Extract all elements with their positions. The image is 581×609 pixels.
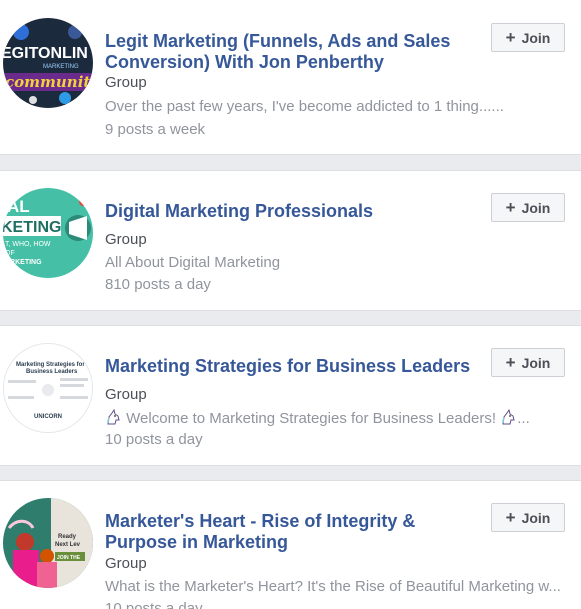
group-description: Welcome to Marketing Strategies for Busi…: [105, 409, 575, 428]
group-name-link[interactable]: Marketing Strategies for Business Leader…: [105, 356, 485, 377]
group-card: Ready Next Lev JOIN THE Marketer's Heart…: [0, 480, 581, 609]
avatar-text: Marketing Strategies for: [16, 362, 85, 368]
avatar-text: community: [5, 73, 93, 91]
group-activity: 9 posts a week: [105, 121, 206, 138]
avatar-text: KETING: [3, 219, 61, 236]
group-description: Over the past few years, I've become add…: [105, 98, 504, 115]
avatar-text: T, WHO, HOW: [5, 241, 51, 248]
group-activity: 810 posts a day: [105, 276, 211, 293]
group-activity: 10 posts a day: [105, 600, 203, 609]
join-label: Join: [521, 29, 551, 46]
avatar-text: Next Lev: [55, 542, 81, 548]
group-name-link[interactable]: Digital Marketing Professionals: [105, 201, 485, 222]
avatar-text: UNICORN: [34, 414, 62, 420]
unicorn-emoji-icon: [500, 409, 517, 426]
group-avatar[interactable]: EGITONLIN MARKETING community: [3, 18, 93, 108]
group-description: What is the Marketer's Heart? It's the R…: [105, 578, 561, 595]
plus-icon: +: [505, 28, 516, 47]
group-type: Group: [105, 555, 147, 572]
avatar-text: MARKETING: [43, 64, 79, 70]
description-text: Welcome to Marketing Strategies for Busi…: [126, 410, 497, 427]
avatar-text: JOIN THE: [57, 555, 81, 561]
group-card: EGITONLIN MARKETING community Legit Mark…: [0, 0, 581, 155]
avatar-text: ARKETING: [5, 259, 42, 266]
join-button[interactable]: + Join: [491, 348, 565, 377]
group-type: Group: [105, 231, 147, 248]
group-type: Group: [105, 74, 147, 91]
group-activity: 10 posts a day: [105, 431, 203, 448]
join-label: Join: [521, 509, 551, 526]
avatar-text: Business Leaders: [26, 369, 78, 375]
avatar-text: Ready: [58, 534, 77, 540]
group-name-link[interactable]: Marketer's Heart - Rise of Integrity & P…: [105, 511, 485, 553]
avatar-text: EGITONLIN: [3, 45, 88, 62]
join-label: Join: [521, 199, 551, 216]
join-button[interactable]: + Join: [491, 503, 565, 532]
avatar-text: AL: [7, 197, 30, 216]
join-button[interactable]: + Join: [491, 193, 565, 222]
plus-icon: +: [505, 508, 516, 527]
avatar-text: OF: [5, 250, 15, 257]
group-avatar[interactable]: Marketing Strategies for Business Leader…: [3, 343, 93, 433]
group-name-link[interactable]: Legit Marketing (Funnels, Ads and Sales …: [105, 31, 485, 73]
group-avatar[interactable]: Ready Next Lev JOIN THE: [3, 498, 93, 588]
join-label: Join: [521, 354, 551, 371]
join-button[interactable]: + Join: [491, 23, 565, 52]
group-card: Marketing Strategies for Business Leader…: [0, 325, 581, 466]
group-type: Group: [105, 386, 147, 403]
unicorn-emoji-icon: [105, 409, 122, 426]
ellipsis: ...: [517, 410, 530, 427]
group-card: AL KETING T, WHO, HOW OF ARKETING Digita…: [0, 170, 581, 311]
plus-icon: +: [505, 198, 516, 217]
group-description: All About Digital Marketing: [105, 254, 281, 271]
plus-icon: +: [505, 353, 516, 372]
group-avatar[interactable]: AL KETING T, WHO, HOW OF ARKETING: [3, 188, 93, 278]
